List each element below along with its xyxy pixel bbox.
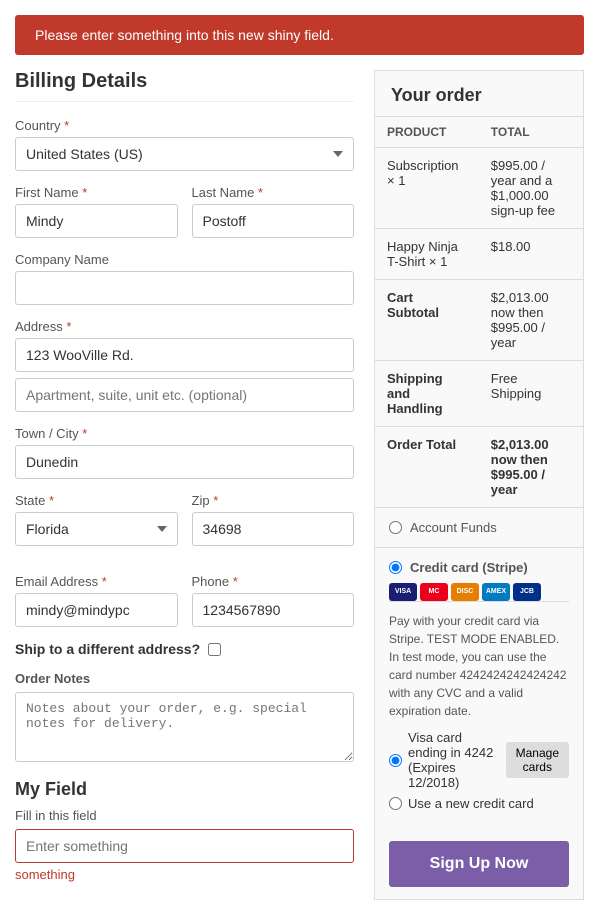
order-panel: Your order PRODUCT TOTAL Subscription × … bbox=[374, 70, 584, 900]
order-title: Your order bbox=[375, 71, 583, 117]
address-field: Address * bbox=[15, 319, 354, 412]
order-row-shipping: Shipping and Handling Free Shipping bbox=[375, 361, 583, 427]
total-cell: $2,013.00 now then $995.00 / year bbox=[479, 427, 583, 508]
account-funds-label[interactable]: Account Funds bbox=[410, 520, 497, 535]
total-cell: $995.00 / year and a $1,000.00 sign-up f… bbox=[479, 148, 583, 229]
product-cell: Subscription × 1 bbox=[375, 148, 479, 229]
billing-section: Billing Details Country * United States … bbox=[15, 70, 354, 900]
jcb-icon: JCB bbox=[513, 583, 541, 601]
new-card-label: Use a new credit card bbox=[408, 796, 534, 811]
order-row-subscription: Subscription × 1 $995.00 / year and a $1… bbox=[375, 148, 583, 229]
zip-input[interactable] bbox=[192, 512, 355, 546]
city-label: Town / City * bbox=[15, 426, 354, 441]
phone-field: Phone * bbox=[192, 574, 355, 627]
manage-cards-button[interactable]: Manage cards bbox=[506, 742, 569, 778]
first-name-field: First Name * bbox=[15, 185, 178, 238]
address-input[interactable] bbox=[15, 338, 354, 372]
amex-icon: AMEX bbox=[482, 583, 510, 601]
ship-different-row: Ship to a different address? bbox=[15, 641, 354, 657]
country-field: Country * United States (US) Canada Unit… bbox=[15, 118, 354, 171]
phone-input[interactable] bbox=[192, 593, 355, 627]
stripe-info: Pay with your credit card via Stripe. TE… bbox=[389, 601, 569, 720]
error-text: Please enter something into this new shi… bbox=[35, 27, 334, 43]
email-label: Email Address * bbox=[15, 574, 178, 589]
my-field-error: something bbox=[15, 867, 354, 882]
my-field-section: My Field Fill in this field something bbox=[15, 779, 354, 882]
my-field-title: My Field bbox=[15, 779, 354, 800]
order-row-subtotal: Cart Subtotal $2,013.00 now then $995.00… bbox=[375, 280, 583, 361]
col-product: PRODUCT bbox=[375, 117, 479, 148]
card-icons: VISA MC DISC AMEX JCB bbox=[389, 583, 569, 601]
col-total: TOTAL bbox=[479, 117, 583, 148]
company-field: Company Name bbox=[15, 252, 354, 305]
ship-different-label: Ship to a different address? bbox=[15, 641, 200, 657]
email-input[interactable] bbox=[15, 593, 178, 627]
city-field: Town / City * bbox=[15, 426, 354, 479]
visa-ending-label: Visa card ending in 4242 (Expires 12/201… bbox=[408, 730, 496, 790]
visa-ending-radio[interactable] bbox=[389, 754, 402, 767]
signup-button[interactable]: Sign Up Now bbox=[389, 841, 569, 887]
order-table: PRODUCT TOTAL Subscription × 1 $995.00 /… bbox=[375, 117, 583, 507]
credit-card-label[interactable]: Credit card (Stripe) bbox=[410, 560, 528, 575]
order-row-tshirt: Happy Ninja T-Shirt × 1 $18.00 bbox=[375, 229, 583, 280]
last-name-input[interactable] bbox=[192, 204, 355, 238]
total-cell: $2,013.00 now then $995.00 / year bbox=[479, 280, 583, 361]
credit-card-section: Credit card (Stripe) VISA MC DISC AMEX J… bbox=[375, 547, 583, 829]
order-notes-input[interactable] bbox=[15, 692, 354, 762]
fill-label: Fill in this field bbox=[15, 808, 354, 823]
country-select[interactable]: United States (US) Canada United Kingdom bbox=[15, 137, 354, 171]
visa-icon: VISA bbox=[389, 583, 417, 601]
company-input[interactable] bbox=[15, 271, 354, 305]
first-name-input[interactable] bbox=[15, 204, 178, 238]
new-card-radio[interactable] bbox=[389, 797, 402, 810]
city-input[interactable] bbox=[15, 445, 354, 479]
country-label: Country * bbox=[15, 118, 354, 133]
new-card-row: Use a new credit card bbox=[389, 796, 569, 811]
email-field: Email Address * bbox=[15, 574, 178, 627]
address-label: Address * bbox=[15, 319, 354, 334]
account-funds-row: Account Funds bbox=[375, 507, 583, 547]
my-field-input[interactable] bbox=[15, 829, 354, 863]
ship-different-checkbox[interactable] bbox=[208, 643, 221, 656]
error-banner: Please enter something into this new shi… bbox=[15, 15, 584, 55]
state-select[interactable]: Florida California New York bbox=[15, 512, 178, 546]
state-label: State * bbox=[15, 493, 178, 508]
state-field: State * Florida California New York bbox=[15, 493, 178, 546]
company-label: Company Name bbox=[15, 252, 354, 267]
mastercard-icon: MC bbox=[420, 583, 448, 601]
credit-card-radio[interactable] bbox=[389, 561, 402, 574]
order-notes-field: Order Notes bbox=[15, 671, 354, 765]
phone-label: Phone * bbox=[192, 574, 355, 589]
zip-label: Zip * bbox=[192, 493, 355, 508]
first-name-label: First Name * bbox=[15, 185, 178, 200]
order-row-total: Order Total $2,013.00 now then $995.00 /… bbox=[375, 427, 583, 508]
visa-ending-row: Visa card ending in 4242 (Expires 12/201… bbox=[389, 730, 569, 790]
total-cell: $18.00 bbox=[479, 229, 583, 280]
zip-field: Zip * bbox=[192, 493, 355, 546]
last-name-label: Last Name * bbox=[192, 185, 355, 200]
billing-title: Billing Details bbox=[15, 70, 354, 102]
order-notes-label: Order Notes bbox=[15, 671, 354, 686]
product-cell: Order Total bbox=[375, 427, 479, 508]
total-cell: Free Shipping bbox=[479, 361, 583, 427]
product-cell: Shipping and Handling bbox=[375, 361, 479, 427]
last-name-field: Last Name * bbox=[192, 185, 355, 238]
product-cell: Cart Subtotal bbox=[375, 280, 479, 361]
discover-icon: DISC bbox=[451, 583, 479, 601]
address2-input[interactable] bbox=[15, 378, 354, 412]
product-cell: Happy Ninja T-Shirt × 1 bbox=[375, 229, 479, 280]
account-funds-radio[interactable] bbox=[389, 521, 402, 534]
